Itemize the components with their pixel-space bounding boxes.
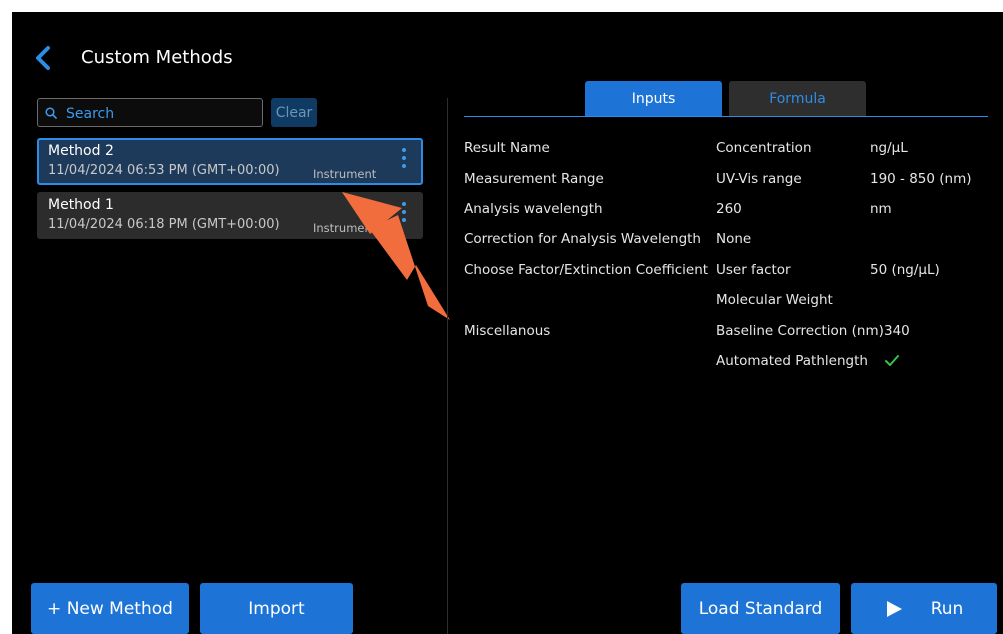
run-button[interactable]: Run xyxy=(851,583,997,634)
param-label: Miscellanous xyxy=(464,323,551,339)
app-screen: Custom Methods Clear Method 2 11/04/2024… xyxy=(12,12,1003,634)
param-unit: 190 - 850 (nm) xyxy=(870,171,972,187)
panel-divider xyxy=(447,98,448,634)
method-date: 11/04/2024 06:53 PM (GMT+00:00) xyxy=(48,163,280,178)
param-label: Correction for Analysis Wavelength xyxy=(464,231,701,247)
param-value: Concentration xyxy=(716,140,812,156)
back-button[interactable] xyxy=(32,45,56,71)
param-value: UV-Vis range xyxy=(716,171,802,187)
search-icon xyxy=(45,107,57,119)
tab-inputs[interactable]: Inputs xyxy=(585,81,722,117)
new-method-button[interactable]: + New Method xyxy=(31,583,189,634)
param-value: Automated Pathlength xyxy=(716,353,868,369)
search-box[interactable] xyxy=(37,98,263,127)
tab-formula[interactable]: Formula xyxy=(729,81,866,117)
search-input[interactable] xyxy=(64,101,258,126)
param-label: Result Name xyxy=(464,140,550,156)
param-value: 340 xyxy=(884,323,910,339)
kebab-menu-icon[interactable] xyxy=(401,148,407,174)
check-icon xyxy=(885,355,899,366)
method-date: 11/04/2024 06:18 PM (GMT+00:00) xyxy=(48,217,280,232)
method-name: Method 2 xyxy=(48,143,114,159)
run-button-label: Run xyxy=(930,598,964,619)
play-icon xyxy=(886,600,902,617)
param-label: Measurement Range xyxy=(464,171,604,187)
param-unit: ng/µL xyxy=(870,140,908,156)
param-value: 260 xyxy=(716,201,742,217)
page-title: Custom Methods xyxy=(81,47,233,68)
param-value: Molecular Weight xyxy=(716,292,833,308)
param-value: User factor xyxy=(716,262,791,278)
chevron-left-icon xyxy=(36,46,50,70)
import-button[interactable]: Import xyxy=(200,583,353,634)
method-source: Instrument xyxy=(313,167,377,181)
param-label: Analysis wavelength xyxy=(464,201,603,217)
method-name: Method 1 xyxy=(48,197,114,213)
load-standard-button[interactable]: Load Standard xyxy=(681,583,840,634)
param-unit: nm xyxy=(870,201,892,217)
method-item[interactable]: Method 2 11/04/2024 06:53 PM (GMT+00:00)… xyxy=(37,138,423,185)
annotation-arrow-icon xyxy=(342,192,450,320)
clear-button[interactable]: Clear xyxy=(271,98,317,127)
param-unit: 50 (ng/µL) xyxy=(870,262,940,278)
param-label: Choose Factor/Extinction Coefficient xyxy=(464,262,709,278)
param-value: None xyxy=(716,231,752,247)
tab-underline xyxy=(464,116,988,117)
param-value: Baseline Correction (nm) xyxy=(716,323,884,339)
